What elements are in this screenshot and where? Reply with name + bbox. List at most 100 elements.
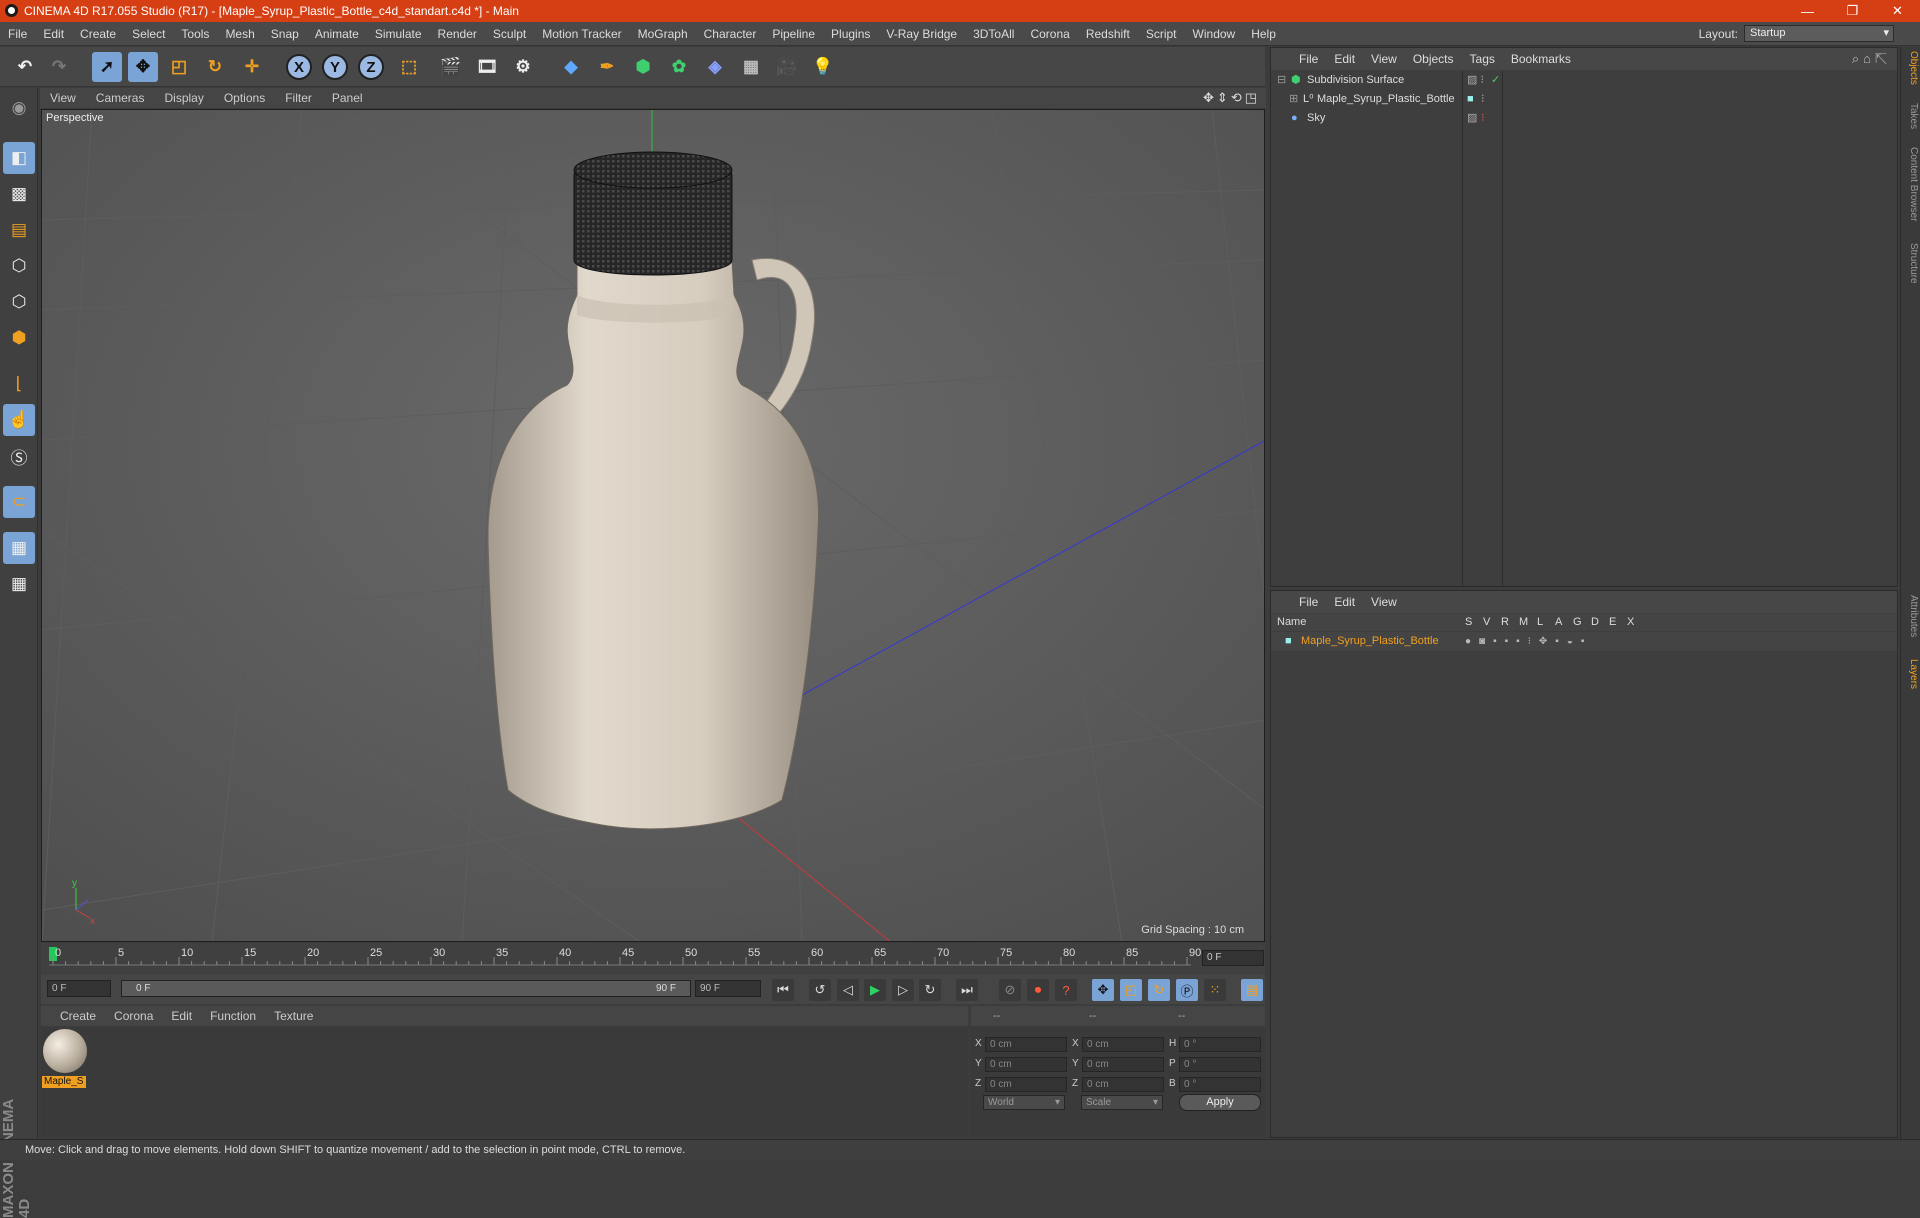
polygons-mode-icon[interactable]: ⬢ [3, 322, 35, 354]
layer-row[interactable]: ■ Maple_Syrup_Plastic_Bottle ●◙▪▪▪⁝✥▪◒▪ [1271, 632, 1897, 651]
visibility-dots-icon[interactable]: ⁝ [1481, 109, 1485, 128]
axis-mode-icon[interactable]: ⌊ [3, 368, 35, 400]
redo-icon[interactable]: ↷ [44, 52, 74, 82]
previous-key-icon[interactable]: ↺ [809, 979, 831, 1001]
key-parameter-icon[interactable]: Ⓟ [1176, 979, 1198, 1001]
viewport-menu-panel[interactable]: Panel [322, 91, 373, 105]
viewport-menu-display[interactable]: Display [154, 91, 213, 105]
go-to-end-icon[interactable]: ⏭ [956, 979, 978, 1001]
search-icon[interactable]: ⌕⌂⇱ [1852, 51, 1891, 67]
coord-pos-z-field[interactable]: 0 cm [985, 1077, 1067, 1092]
go-to-start-icon[interactable]: ⏮ [772, 979, 794, 1001]
cloner-icon[interactable]: ✿ [664, 52, 694, 82]
coord-pos-y-field[interactable]: 0 cm [985, 1057, 1067, 1072]
menu-animate[interactable]: Animate [307, 27, 367, 41]
axis-y-toggle[interactable]: Y [322, 54, 348, 80]
objects-menu-bookmarks[interactable]: Bookmarks [1503, 52, 1579, 66]
subdivision-icon[interactable]: ⬢ [628, 52, 658, 82]
material-name-label[interactable]: Maple_S [42, 1076, 86, 1088]
tab-content-browser[interactable]: Content Browser [1903, 147, 1919, 221]
coord-rot-b-field[interactable]: 0 ° [1179, 1077, 1261, 1092]
menu-pipeline[interactable]: Pipeline [764, 27, 823, 41]
auto-keying-icon[interactable]: ⏺ [1027, 979, 1049, 1001]
coord-size-x-field[interactable]: 0 cm [1082, 1037, 1164, 1052]
objects-menu-file[interactable]: File [1291, 52, 1326, 66]
keyframe-selection-icon[interactable]: ? [1055, 979, 1077, 1001]
end-frame-field[interactable]: 90 F [695, 980, 761, 997]
object-row-subdivision[interactable]: ⊟ ⬢ Subdivision Surface ▨ ⁝ ✓ [1271, 71, 1897, 90]
menu-help[interactable]: Help [1243, 27, 1284, 41]
object-row-sky[interactable]: ● Sky ▨ ⁝ [1271, 109, 1897, 128]
layout-select[interactable]: Startup ▾ [1744, 25, 1894, 42]
layers-menu-edit[interactable]: Edit [1326, 595, 1363, 609]
move-tool-icon[interactable]: ✥ [128, 52, 158, 82]
current-frame-field[interactable]: 0 F [1202, 950, 1264, 966]
render-settings-icon[interactable]: ⚙ [508, 52, 538, 82]
menu-render[interactable]: Render [430, 27, 485, 41]
play-icon[interactable]: ▶ [864, 979, 886, 1001]
objects-menu-edit[interactable]: Edit [1326, 52, 1363, 66]
workplane-lock-icon[interactable]: ▦ [3, 532, 35, 564]
material-menu-corona[interactable]: Corona [105, 1009, 162, 1023]
timeline-ruler[interactable]: 0 5 10 15 20 25 30 35 40 45 50 55 60 65 70 75 80 85 90 0 F [41, 943, 1265, 973]
key-pla-icon[interactable]: ⁙ [1204, 979, 1226, 1001]
tab-structure[interactable]: Structure [1903, 243, 1919, 284]
transform-tool-icon[interactable]: ✛ [237, 52, 267, 82]
menu-mesh[interactable]: Mesh [217, 27, 262, 41]
model-mode-icon[interactable]: ◧ [3, 142, 35, 174]
tab-attributes[interactable]: Attributes [1903, 595, 1919, 637]
viewport-menu-view[interactable]: View [40, 91, 86, 105]
axis-x-toggle[interactable]: X [286, 54, 312, 80]
menu-tools[interactable]: Tools [173, 27, 217, 41]
menu-simulate[interactable]: Simulate [367, 27, 430, 41]
deformer-icon[interactable]: ◈ [700, 52, 730, 82]
floor-icon[interactable]: ▦ [736, 52, 766, 82]
axis-z-toggle[interactable]: Z [358, 54, 384, 80]
3d-viewport[interactable]: y x Perspective Grid Spacing : 10 cm [41, 109, 1265, 942]
coordinate-system-icon[interactable]: ⬚ [394, 52, 424, 82]
material-menu-texture[interactable]: Texture [265, 1009, 322, 1023]
object-row-bottle[interactable]: ⊞ L⁰ Maple_Syrup_Plastic_Bottle ■ ⁝ [1271, 90, 1897, 109]
pen-spline-icon[interactable]: ✒ [592, 52, 622, 82]
key-rotation-icon[interactable]: ↻ [1148, 979, 1170, 1001]
camera-icon[interactable]: 🎥 [772, 52, 802, 82]
apply-button[interactable]: Apply [1179, 1094, 1261, 1111]
menu-vray-bridge[interactable]: V-Ray Bridge [878, 27, 965, 41]
layers-menu-view[interactable]: View [1363, 595, 1405, 609]
expand-icon[interactable]: ⊞ [1289, 90, 1298, 109]
next-frame-icon[interactable]: ▷ [892, 979, 914, 1001]
record-keys-icon[interactable]: ⊘ [999, 979, 1021, 1001]
menu-3dtoall[interactable]: 3DToAll [965, 27, 1022, 41]
viewport-menu-filter[interactable]: Filter [275, 91, 322, 105]
menu-redshift[interactable]: Redshift [1078, 27, 1138, 41]
viewport-menu-options[interactable]: Options [214, 91, 275, 105]
timeline-window-icon[interactable]: ▤ [1241, 979, 1263, 1001]
objects-menu-tags[interactable]: Tags [1462, 52, 1503, 66]
visibility-dots-icon[interactable]: ⁝ [1481, 90, 1485, 109]
minimize-button[interactable]: — [1785, 4, 1830, 19]
menu-plugins[interactable]: Plugins [823, 27, 878, 41]
coord-size-y-field[interactable]: 0 cm [1082, 1057, 1164, 1072]
menu-edit[interactable]: Edit [35, 27, 72, 41]
coord-size-z-field[interactable]: 0 cm [1082, 1077, 1164, 1092]
tag-icon[interactable]: ▨ [1467, 109, 1477, 128]
rotate-tool-icon[interactable]: ↻ [200, 52, 230, 82]
viewport-menu-cameras[interactable]: Cameras [86, 91, 155, 105]
menu-corona[interactable]: Corona [1022, 27, 1077, 41]
material-menu-function[interactable]: Function [201, 1009, 265, 1023]
enabled-check-icon[interactable]: ✓ [1491, 71, 1500, 90]
points-mode-icon[interactable]: ⬡ [3, 250, 35, 282]
menu-character[interactable]: Character [696, 27, 765, 41]
coord-rot-p-field[interactable]: 0 ° [1179, 1057, 1261, 1072]
next-key-icon[interactable]: ↻ [919, 979, 941, 1001]
close-button[interactable]: ✕ [1875, 3, 1920, 19]
menu-file[interactable]: File [0, 27, 35, 41]
tab-objects[interactable]: Objects [1903, 51, 1919, 85]
workplane-icon[interactable]: ▤ [3, 214, 35, 246]
menu-select[interactable]: Select [124, 27, 173, 41]
maximize-button[interactable]: ❐ [1830, 3, 1875, 19]
undo-icon[interactable]: ↶ [10, 52, 40, 82]
layer-name[interactable]: Maple_Syrup_Plastic_Bottle [1301, 632, 1439, 651]
material-menu-edit[interactable]: Edit [162, 1009, 201, 1023]
key-scale-icon[interactable]: ◰ [1120, 979, 1142, 1001]
